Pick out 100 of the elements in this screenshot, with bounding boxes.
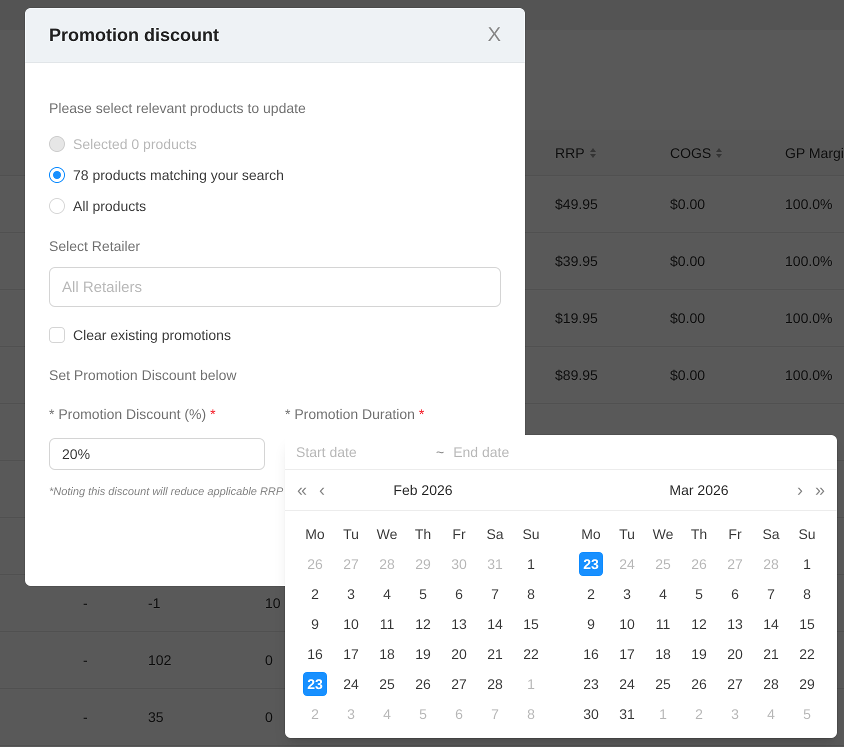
day-cell[interactable]: 31 xyxy=(615,702,639,726)
day-cell[interactable]: 16 xyxy=(303,642,327,666)
day-cell[interactable]: 8 xyxy=(519,582,543,606)
day-cell[interactable]: 8 xyxy=(795,582,819,606)
day-cell[interactable]: 20 xyxy=(447,642,471,666)
day-cell[interactable]: 17 xyxy=(615,642,639,666)
sort-icon[interactable] xyxy=(588,146,597,158)
table-cell: $0.00 xyxy=(670,310,706,326)
weekday-label: Sa xyxy=(486,525,504,544)
day-cell[interactable]: 6 xyxy=(447,582,471,606)
day-cell[interactable]: 13 xyxy=(447,612,471,636)
day-cell[interactable]: 18 xyxy=(375,642,399,666)
day-cell[interactable]: 15 xyxy=(795,612,819,636)
day-cell[interactable]: 4 xyxy=(651,582,675,606)
table-cell: 102 xyxy=(148,652,172,668)
day-cell[interactable]: 14 xyxy=(759,612,783,636)
day-cell[interactable]: 21 xyxy=(483,642,507,666)
month-nav-button[interactable]: » xyxy=(814,476,825,504)
day-cell[interactable]: 5 xyxy=(687,582,711,606)
clear-promotions-checkbox[interactable]: Clear existing promotions xyxy=(49,325,501,345)
weekday-label: Mo xyxy=(305,525,325,544)
weekday-label: Tu xyxy=(619,525,635,544)
weekday-label: Fr xyxy=(452,525,466,544)
day-cell[interactable]: 2 xyxy=(303,582,327,606)
day-cell[interactable]: 30 xyxy=(579,702,603,726)
table-cell: 35 xyxy=(148,709,164,725)
month-title: Mar 2026 xyxy=(669,481,729,500)
day-cell[interactable]: 3 xyxy=(615,582,639,606)
day-cell[interactable]: 3 xyxy=(339,582,363,606)
day-cell[interactable]: 27 xyxy=(723,672,747,696)
radio-label[interactable]: All products xyxy=(73,196,146,216)
weekday-label: Th xyxy=(690,525,708,544)
day-cell[interactable]: 9 xyxy=(579,612,603,636)
day-cell[interactable]: 20 xyxy=(723,642,747,666)
day-cell[interactable]: 7 xyxy=(759,582,783,606)
day-cell[interactable]: 12 xyxy=(411,612,435,636)
day-cell[interactable]: 13 xyxy=(723,612,747,636)
weekday-label: Tu xyxy=(343,525,359,544)
day-cell[interactable]: 11 xyxy=(375,612,399,636)
day-cell[interactable]: 10 xyxy=(615,612,639,636)
day-cell[interactable]: 2 xyxy=(579,582,603,606)
month-nav-button[interactable]: « xyxy=(297,476,308,504)
day-cell[interactable]: 15 xyxy=(519,612,543,636)
day-cell[interactable]: 11 xyxy=(651,612,675,636)
day-cell[interactable]: 19 xyxy=(411,642,435,666)
start-date-field[interactable]: Start date xyxy=(296,442,436,462)
day-cell[interactable]: 9 xyxy=(303,612,327,636)
day-cell[interactable]: 22 xyxy=(519,642,543,666)
day-cell[interactable]: 4 xyxy=(375,582,399,606)
day-cell[interactable]: 5 xyxy=(411,582,435,606)
day-cell[interactable]: 28 xyxy=(759,672,783,696)
table-cell: $89.95 xyxy=(555,367,598,383)
day-cell[interactable]: 14 xyxy=(483,612,507,636)
intro-text: Please select relevant products to update xyxy=(49,99,307,118)
day-cell[interactable]: 25 xyxy=(375,672,399,696)
day-cell[interactable]: 23 xyxy=(579,672,603,696)
day-cell[interactable]: 24 xyxy=(615,672,639,696)
dialog-title: Promotion discount xyxy=(49,24,219,47)
end-date-field[interactable]: End date xyxy=(453,442,594,462)
month-nav-button[interactable]: › xyxy=(796,476,803,504)
day-cell[interactable]: 29 xyxy=(795,672,819,696)
day-cell[interactable]: 19 xyxy=(687,642,711,666)
day-cell[interactable]: 26 xyxy=(411,672,435,696)
weekday-label: Su xyxy=(798,525,816,544)
section-label: Set Promotion Discount below xyxy=(49,366,238,385)
table-cell: 0 xyxy=(265,652,273,668)
field-label: Select Retailer xyxy=(49,237,142,256)
day-cell[interactable]: 6 xyxy=(723,582,747,606)
day-cell[interactable]: 17 xyxy=(339,642,363,666)
table-cell: - xyxy=(83,595,88,611)
day-cell[interactable]: 1 xyxy=(519,552,543,576)
day-cell[interactable]: 10 xyxy=(339,612,363,636)
field-label: * Promotion Discount (%) * xyxy=(49,405,217,424)
discount-field[interactable]: 20% xyxy=(49,438,265,470)
day-cell[interactable]: 1 xyxy=(795,552,819,576)
day-cell[interactable]: 18 xyxy=(651,642,675,666)
day-cell[interactable]: 12 xyxy=(687,612,711,636)
day-cell[interactable]: 7 xyxy=(483,582,507,606)
sort-icon[interactable] xyxy=(715,146,724,158)
day-cell[interactable]: 25 xyxy=(651,672,675,696)
table-cell: 10 xyxy=(265,595,281,611)
radio-label[interactable]: 78 products matching your search xyxy=(73,165,284,185)
table-cell: $19.95 xyxy=(555,310,598,326)
range-separator: ~ xyxy=(436,443,444,462)
weekday-label: Mo xyxy=(581,525,601,544)
day-cell[interactable]: 26 xyxy=(687,672,711,696)
retailer-select[interactable]: All Retailers xyxy=(49,267,501,307)
day-cell[interactable]: 28 xyxy=(483,672,507,696)
radio-button[interactable] xyxy=(49,167,65,183)
day-cell[interactable]: 27 xyxy=(447,672,471,696)
day-cell[interactable]: 24 xyxy=(339,672,363,696)
day-cell[interactable]: 22 xyxy=(795,642,819,666)
table-cell: 100.0% xyxy=(785,367,832,383)
weekday-label: Sa xyxy=(762,525,780,544)
table-cell: $49.95 xyxy=(555,196,598,212)
day-cell[interactable]: 16 xyxy=(579,642,603,666)
table-cell: $0.00 xyxy=(670,253,706,269)
month-nav-button[interactable]: ‹ xyxy=(319,476,326,504)
table-cell: - xyxy=(83,652,88,668)
day-cell[interactable]: 21 xyxy=(759,642,783,666)
